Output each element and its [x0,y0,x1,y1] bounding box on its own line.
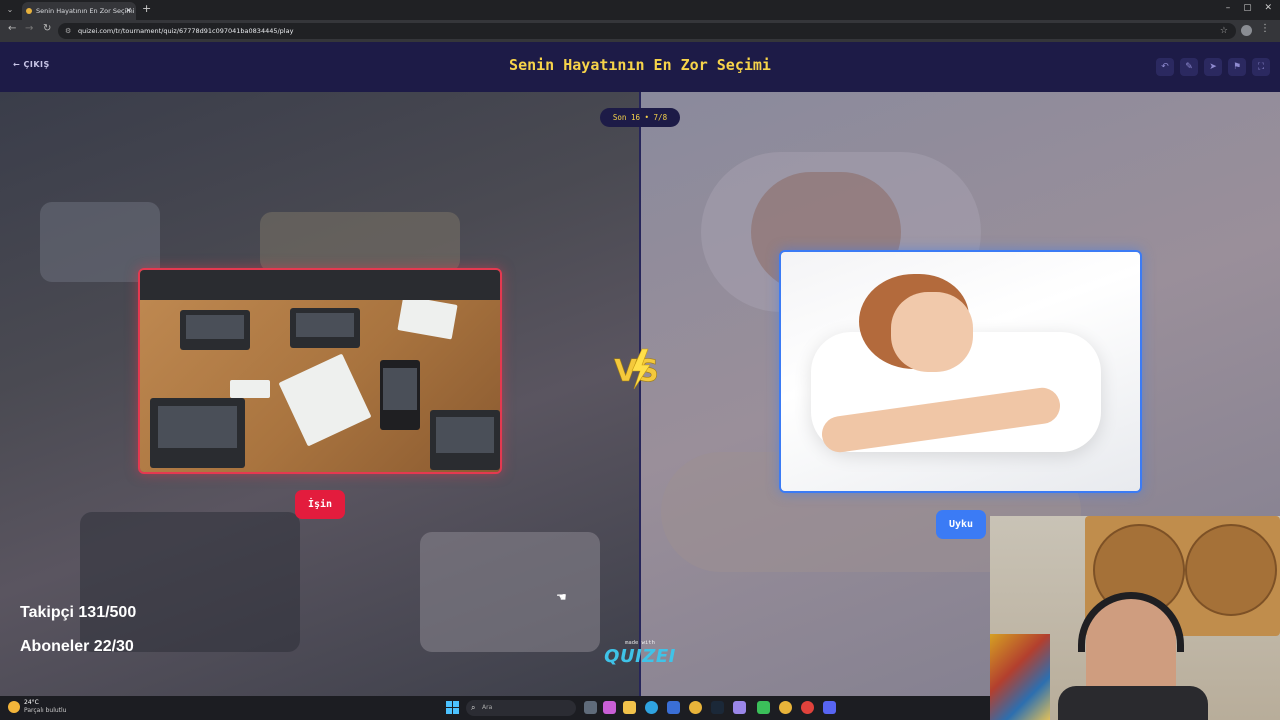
bookmark-star-icon[interactable]: ☆ [1220,23,1228,39]
site-info-icon[interactable]: ⚙ [65,23,71,39]
whatsapp-icon[interactable] [757,701,770,714]
laptop-shape [180,310,250,350]
laptop-shape [430,410,500,470]
edit-icon[interactable]: ✎ [1180,58,1198,76]
share-icon[interactable]: ➤ [1204,58,1222,76]
quizei-logo: QUIZEI [604,646,676,667]
shirt-shape [1058,686,1208,720]
center-divider [639,92,641,696]
partly-cloudy-icon [8,701,20,713]
discord-icon[interactable] [823,701,836,714]
url-text: quizei.com/tr/tournament/quiz/67778d91c0… [78,27,294,35]
subscribers-counter: Aboneler 22/30 [20,638,134,655]
forward-arrow-icon[interactable]: → [25,23,33,34]
back-arrow-icon[interactable]: ← [8,23,16,34]
background-paper-shape [420,532,600,652]
left-choice-image[interactable] [138,268,502,474]
followers-counter: Takipçi 131/500 [20,604,137,621]
search-placeholder: Ara [482,704,493,711]
laptop-shape [290,308,360,348]
background-paper-shape [260,212,460,272]
paper-shape [397,295,458,340]
browser-tab-title: Senin Hayatının En Zor Seçimi - [36,7,136,15]
versus-icon: VS [614,348,659,389]
browser-tab[interactable]: Senin Hayatının En Zor Seçimi - ✕ [22,2,136,20]
undo-icon[interactable]: ↶ [1156,58,1174,76]
top-shadow [140,270,500,300]
right-choice-image[interactable] [779,250,1142,493]
profile-avatar-icon[interactable] [1241,25,1252,36]
browser-menu-icon[interactable]: ⋮ [1260,23,1270,34]
search-icon: ⌕ [471,703,476,712]
left-choice-label-button[interactable]: İşin [295,490,345,519]
toolbar: ↶ ✎ ➤ ⚑ ⛶ [1156,58,1270,76]
edge-browser-icon[interactable] [645,701,658,714]
flag-icon[interactable]: ⚑ [1228,58,1246,76]
office-desk-photo [140,270,500,472]
made-with-text: made with [625,640,655,646]
round-indicator: Son 16 • 7/8 [600,108,680,127]
comic-poster-shape [990,634,1050,720]
app-header: ← ÇIKIŞ Senin Hayatının En Zor Seçimi ↶ … [0,42,1280,92]
browser-tab-bar: ⌄ Senin Hayatının En Zor Seçimi - ✕ + – … [0,0,1280,20]
mouse-pointer-icon: ☚ [556,590,567,604]
sleeping-woman-photo [781,252,1140,491]
laptop-shape [150,398,245,468]
power-strip-shape [230,380,270,398]
made-with-quizei[interactable]: made with QUIZEI [600,640,680,667]
app-icon[interactable] [801,701,814,714]
app-icon[interactable] [733,701,746,714]
temperature-text: 24°C [24,699,39,706]
background-laptop-shape [80,512,300,652]
store-icon[interactable] [667,701,680,714]
paper-sketch-shape [278,353,372,447]
copilot-icon[interactable] [603,701,616,714]
taskbar-search-input[interactable]: ⌕ Ara [466,700,576,716]
address-bar-row: ← → ↻ ⚙ quizei.com/tr/tournament/quiz/67… [0,20,1280,42]
right-choice-label-button[interactable]: Uyku [936,510,986,539]
chrome-icon[interactable] [689,701,702,714]
weather-widget[interactable]: 24°C Parçalı bulutlu [8,699,66,715]
map-hemisphere-shape [1185,524,1277,616]
fullscreen-icon[interactable]: ⛶ [1252,58,1270,76]
windows-start-icon[interactable] [446,701,459,714]
new-tab-plus-icon[interactable]: + [142,2,151,15]
weather-text: Parçalı bulutlu [24,707,67,714]
file-explorer-icon[interactable] [623,701,636,714]
window-controls[interactable]: – ▢ ✕ [1226,3,1272,13]
url-input[interactable]: ⚙ quizei.com/tr/tournament/quiz/67778d91… [58,23,1236,39]
close-tab-icon[interactable]: ✕ [125,2,132,20]
webcam-overlay [990,516,1280,720]
windows-taskbar: 24°C Parçalı bulutlu ⌕ Ara [0,696,990,720]
reload-icon[interactable]: ↻ [43,23,51,34]
steam-icon[interactable] [711,701,724,714]
page-title: Senin Hayatının En Zor Seçimi [509,56,771,74]
task-view-icon[interactable] [584,701,597,714]
face-shape [891,292,973,372]
tablet-shape [380,360,420,430]
favicon-icon [26,8,32,14]
chrome-profile-icon[interactable] [779,701,792,714]
tab-list-chevron-icon[interactable]: ⌄ [4,4,16,16]
